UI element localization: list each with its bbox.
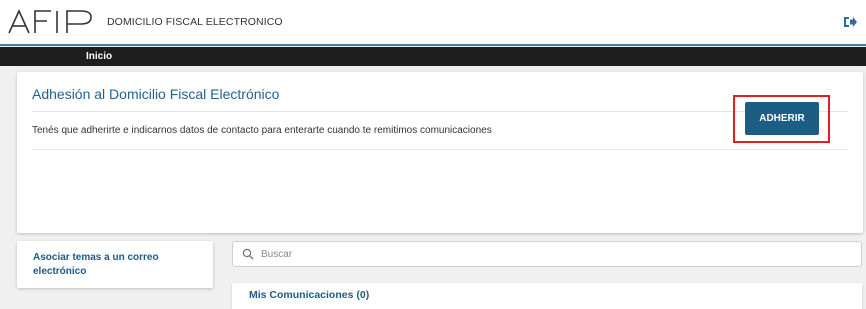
search-icon [242, 248, 254, 260]
search-bar [232, 241, 862, 267]
afip-logo [8, 9, 92, 34]
tab-mis-comunicaciones[interactable]: Mis Comunicaciones (0) [249, 289, 369, 301]
top-header: DOMICILIO FISCAL ELECTRONICO [0, 0, 866, 46]
card-title: Adhesión al Domicilio Fiscal Electrónico [32, 86, 280, 102]
main-nav: Inicio [0, 47, 866, 66]
card-description: Tenés que adherirte e indicarnos datos d… [32, 125, 492, 136]
search-input[interactable] [261, 244, 851, 264]
divider [32, 149, 848, 150]
adherir-button[interactable]: ADHERIR [745, 102, 819, 135]
logout-icon[interactable] [842, 14, 858, 30]
nav-item-inicio[interactable]: Inicio [86, 51, 112, 62]
sidebar-card: Asociar temas a un correo electrónico [17, 241, 213, 288]
app-title: DOMICILIO FISCAL ELECTRONICO [107, 16, 283, 28]
tabs-card: Mis Comunicaciones (0) [232, 283, 862, 309]
associate-email-link[interactable]: Asociar temas a un correo electrónico [33, 251, 183, 279]
divider [32, 111, 848, 112]
